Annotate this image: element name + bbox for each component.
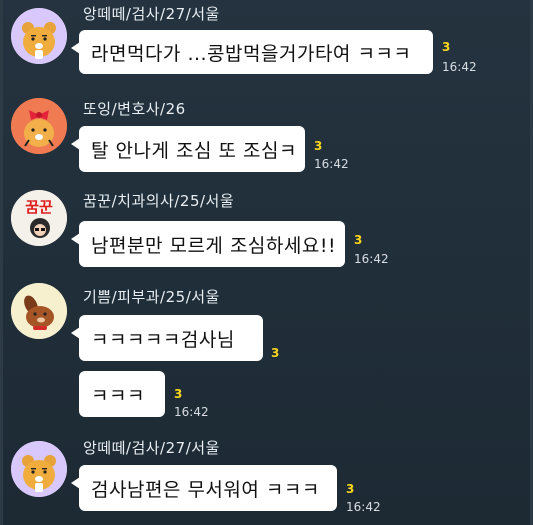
- ryan-avatar-icon[interactable]: [11, 8, 67, 64]
- unread-count: 3: [346, 482, 355, 496]
- dog-avatar-icon[interactable]: [11, 283, 67, 339]
- message-time: 16:42: [354, 252, 389, 266]
- unread-count: 3: [354, 233, 363, 247]
- message-time: 16:42: [346, 500, 381, 514]
- dreamer-avatar-icon[interactable]: 꿈꾼: [11, 190, 67, 246]
- sender-name: 꿈꾼/치과의사/25/서울: [83, 192, 235, 210]
- message-bubble[interactable]: 검사남편은 무서워여 ㅋㅋㅋ: [71, 465, 337, 511]
- message-time: 16:42: [314, 157, 349, 171]
- message-bubble[interactable]: ㅋㅋㅋ: [79, 371, 165, 417]
- sender-name: 앙떼떼/검사/27/서울: [83, 439, 220, 457]
- message-bubble[interactable]: ㅋㅋㅋㅋㅋ검사님: [71, 315, 263, 361]
- message-bubble[interactable]: 남편분만 모르게 조심하세요!!: [71, 221, 345, 267]
- ryan-ribbon-avatar-icon[interactable]: [11, 98, 67, 154]
- unread-count: 3: [174, 387, 183, 401]
- sender-name: 기쁨/피부과/25/서울: [83, 288, 220, 306]
- chat-room: 앙떼떼/검사/27/서울 라면먹다가 ...콩밥먹을거가타여 ㅋㅋㅋ 3 16:…: [0, 0, 533, 525]
- message-time: 16:42: [442, 60, 477, 74]
- message-bubble[interactable]: 라면먹다가 ...콩밥먹을거가타여 ㅋㅋㅋ: [71, 30, 433, 74]
- unread-count: 3: [271, 346, 280, 360]
- avatar-label: 꿈꾼: [25, 198, 53, 216]
- unread-count: 3: [442, 40, 451, 54]
- message-time: 16:42: [174, 405, 209, 419]
- unread-count: 3: [314, 139, 323, 153]
- message-bubble[interactable]: 탈 안나게 조심 또 조심ㅋ: [71, 126, 305, 172]
- ryan-avatar-icon[interactable]: [11, 441, 67, 497]
- sender-name: 앙떼떼/검사/27/서울: [83, 5, 220, 23]
- sender-name: 또잉/변호사/26: [83, 100, 186, 118]
